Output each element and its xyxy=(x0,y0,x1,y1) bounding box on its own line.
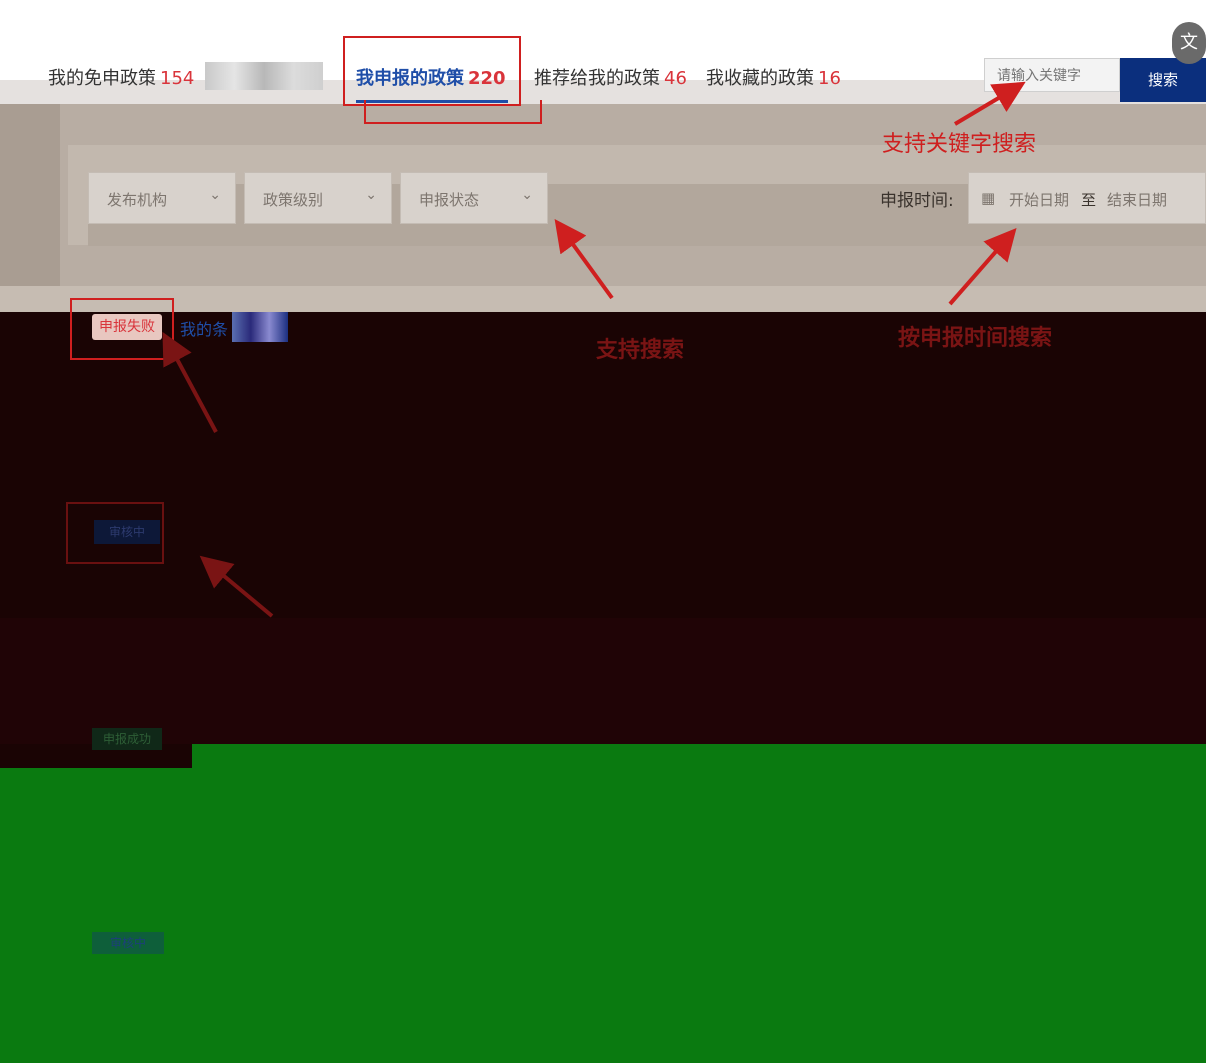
arrow xyxy=(948,227,1017,306)
arrow xyxy=(953,81,1026,126)
arrow xyxy=(162,331,218,433)
arrow xyxy=(199,555,274,618)
annotation-arrows xyxy=(162,81,1026,618)
arrow xyxy=(554,219,614,300)
